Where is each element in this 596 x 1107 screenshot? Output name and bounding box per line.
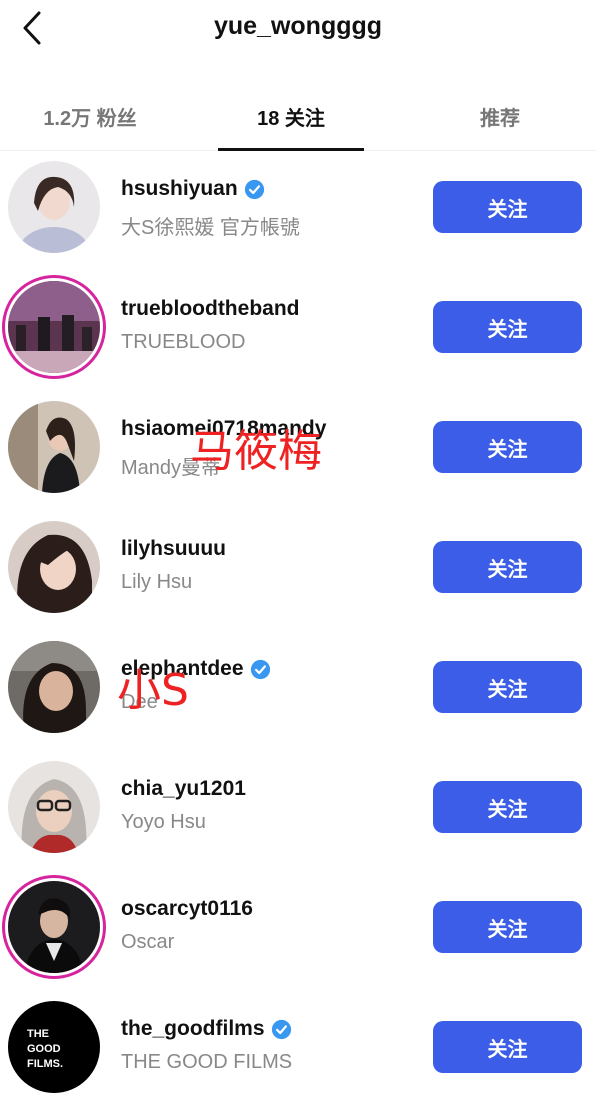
username[interactable]: truebloodtheband xyxy=(121,297,299,321)
header: yue_wongggg xyxy=(0,0,596,60)
avatar[interactable] xyxy=(8,521,100,613)
avatar[interactable] xyxy=(8,281,100,373)
list-item[interactable]: lilyhsuuuu Lily Hsu 关注 xyxy=(0,507,596,627)
username[interactable]: oscarcyt0116 xyxy=(121,897,253,921)
tab-following[interactable]: 18 关注 xyxy=(218,102,364,131)
follow-button[interactable]: 关注 xyxy=(433,781,582,833)
full-name: TRUEBLOOD xyxy=(121,331,246,353)
list-item[interactable]: THE GOOD FILMS. the_goodfilms THE GOOD F… xyxy=(0,987,596,1107)
goodfilms-logo-line: GOOD xyxy=(27,1043,61,1055)
username-text[interactable]: the_goodfilms xyxy=(121,1017,265,1041)
verified-badge-icon xyxy=(271,1019,291,1039)
avatar[interactable] xyxy=(8,881,100,973)
follow-button[interactable]: 关注 xyxy=(433,1021,582,1073)
avatar[interactable] xyxy=(8,401,100,493)
follow-button[interactable]: 关注 xyxy=(433,421,582,473)
username-text[interactable]: hsushiyuan xyxy=(121,177,238,201)
list-item[interactable]: oscarcyt0116 Oscar 关注 xyxy=(0,867,596,987)
username[interactable]: lilyhsuuuu xyxy=(121,537,226,561)
follow-button[interactable]: 关注 xyxy=(433,181,582,233)
verified-badge-icon xyxy=(244,179,264,199)
username-text[interactable]: lilyhsuuuu xyxy=(121,537,226,561)
username-text[interactable]: elephantdee xyxy=(121,657,244,681)
username-text[interactable]: hsiaomei0718mandy xyxy=(121,417,326,441)
goodfilms-logo-line: FILMS. xyxy=(27,1058,63,1070)
follow-button[interactable]: 关注 xyxy=(433,541,582,593)
avatar[interactable] xyxy=(8,641,100,733)
full-name: 大S徐熙媛 官方帳號 xyxy=(121,217,300,239)
tab-suggested[interactable]: 推荐 xyxy=(430,102,570,131)
full-name: Mandy曼蒂 xyxy=(121,457,222,479)
username[interactable]: hsiaomei0718mandy xyxy=(121,417,326,441)
username[interactable]: hsushiyuan xyxy=(121,177,265,201)
username-text[interactable]: oscarcyt0116 xyxy=(121,897,253,921)
list-item[interactable]: hsushiyuan 大S徐熙媛 官方帳號 关注 xyxy=(0,147,596,267)
avatar[interactable] xyxy=(8,161,100,253)
page-title: yue_wongggg xyxy=(213,12,383,40)
full-name: THE GOOD FILMS xyxy=(121,1051,293,1073)
list-item[interactable]: elephantdee Dee 关注 xyxy=(0,627,596,747)
full-name: Dee xyxy=(121,691,158,713)
username-text[interactable]: truebloodtheband xyxy=(121,297,299,321)
goodfilms-logo-line: THE xyxy=(27,1028,49,1040)
list-item[interactable]: chia_yu1201 Yoyo Hsu 关注 xyxy=(0,747,596,867)
list-item[interactable]: hsiaomei0718mandy Mandy曼蒂 关注 xyxy=(0,387,596,507)
follow-button[interactable]: 关注 xyxy=(433,661,582,713)
verified-badge-icon xyxy=(250,659,270,679)
username[interactable]: chia_yu1201 xyxy=(121,777,246,801)
list-item[interactable]: truebloodtheband TRUEBLOOD 关注 xyxy=(0,267,596,387)
username[interactable]: elephantdee xyxy=(121,657,271,681)
follow-button[interactable]: 关注 xyxy=(433,301,582,353)
full-name: Lily Hsu xyxy=(121,571,193,593)
tab-followers[interactable]: 1.2万 粉丝 xyxy=(20,102,160,131)
following-list: hsushiyuan 大S徐熙媛 官方帳號 关注 truebloodtheban… xyxy=(0,147,596,1107)
full-name: Yoyo Hsu xyxy=(121,811,206,833)
full-name: Oscar xyxy=(121,931,175,953)
tab-bar: 1.2万 粉丝 18 关注 推荐 xyxy=(0,94,596,152)
avatar[interactable]: THE GOOD FILMS. xyxy=(8,1001,100,1093)
username-text[interactable]: chia_yu1201 xyxy=(121,777,246,801)
follow-button[interactable]: 关注 xyxy=(433,901,582,953)
username[interactable]: the_goodfilms xyxy=(121,1017,292,1041)
avatar[interactable] xyxy=(8,761,100,853)
